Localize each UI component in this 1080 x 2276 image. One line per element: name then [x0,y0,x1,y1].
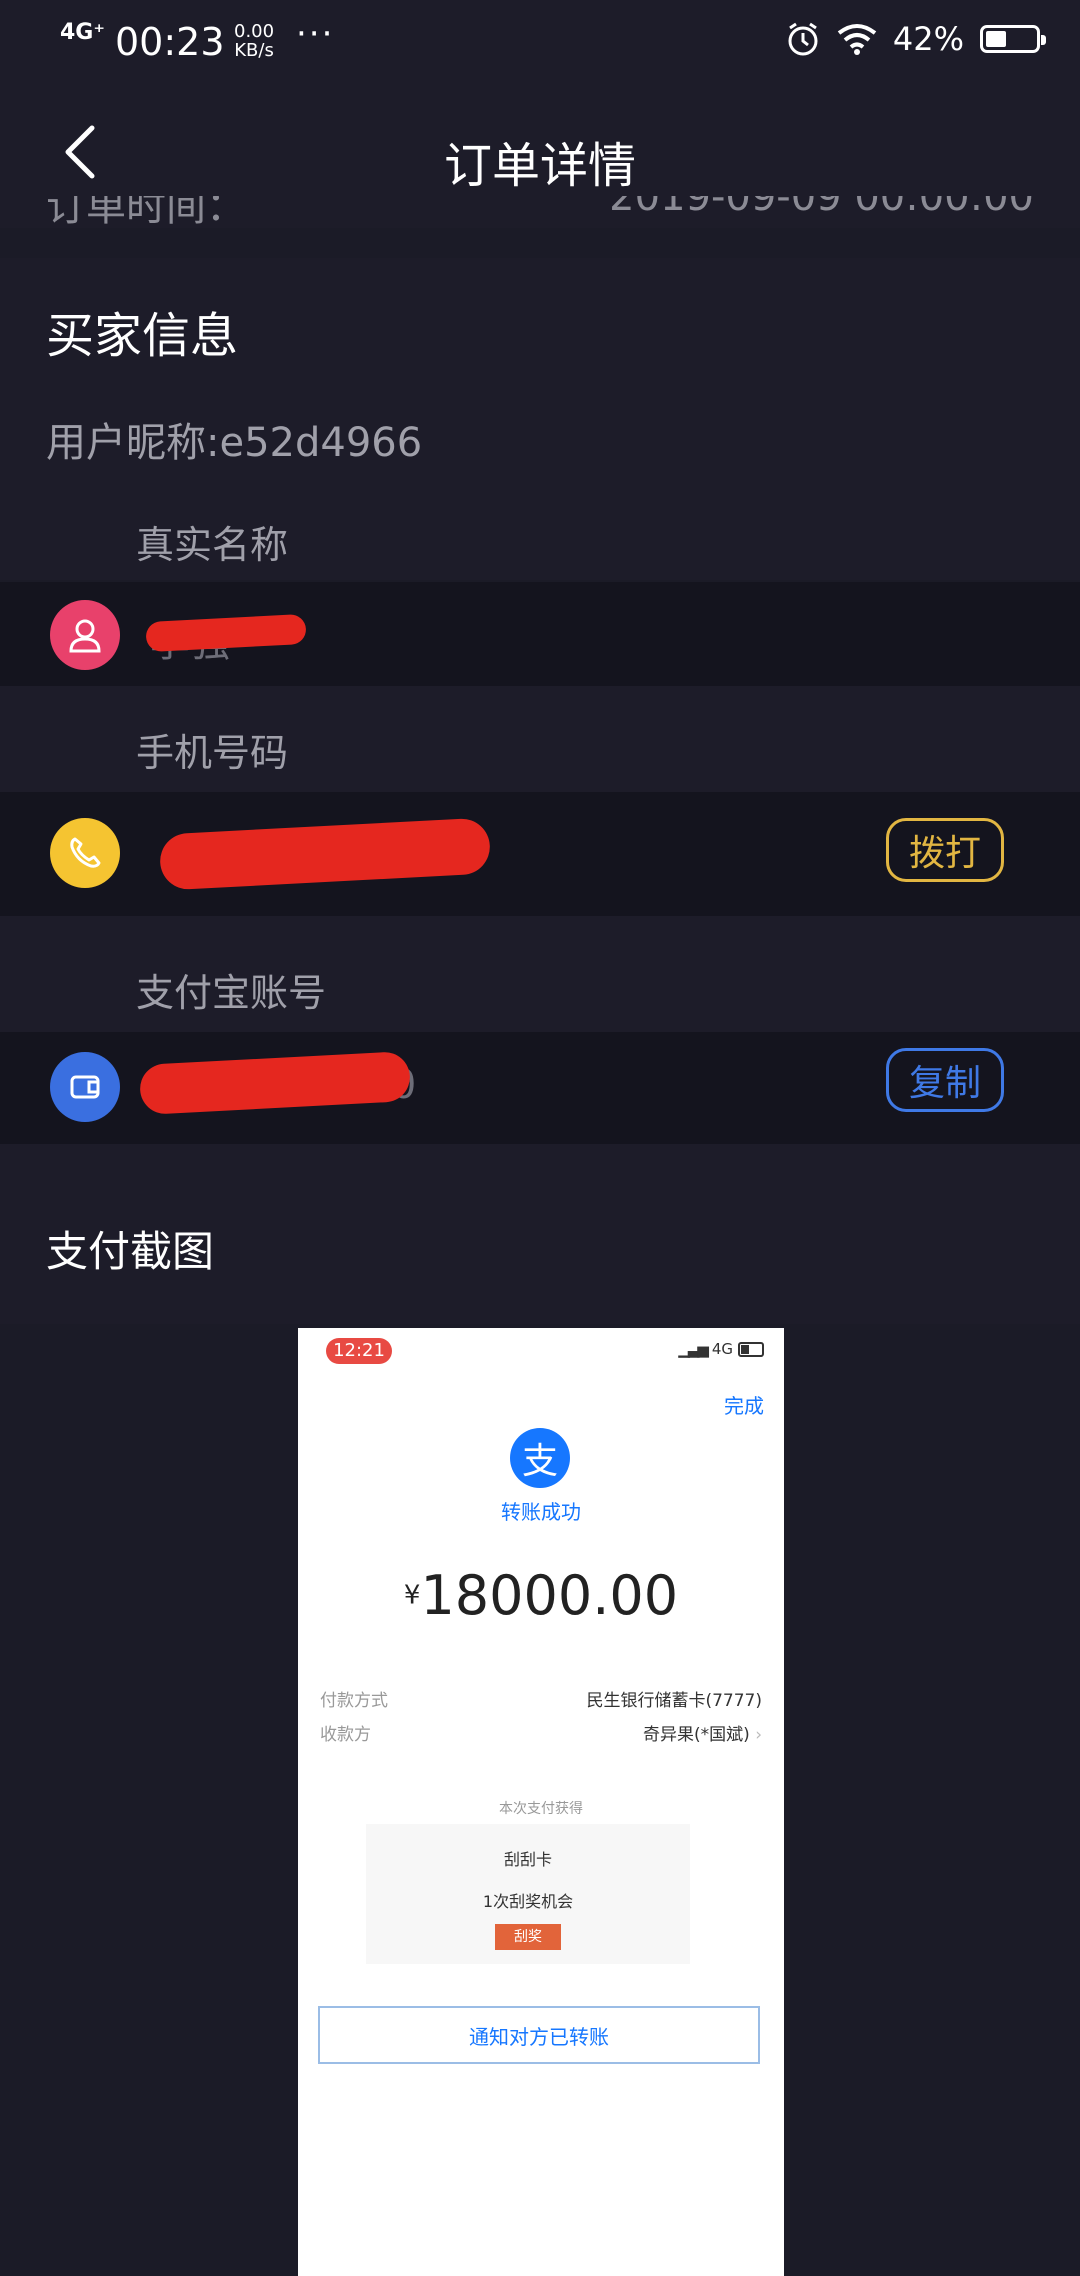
shot-time: 12:21 [326,1338,392,1364]
transfer-success-text: 转账成功 [501,1500,581,1524]
reward-desc: 1次刮奖机会 [482,1892,574,1911]
wallet-icon [50,1052,120,1122]
page-title: 订单详情 [443,138,636,194]
real-name-label: 真实名称 [136,523,289,567]
order-time-value: 2019-09-09 00:00:00 [609,196,1034,220]
status-time: 00:23 [115,20,225,64]
order-time-label: 订单时间： [46,196,246,228]
more-notifications-icon: ··· [296,14,335,54]
amount-display: ¥18000.00 [298,1564,784,1627]
network-indicator: 4G⁺ [60,20,105,45]
battery-icon [738,1341,764,1357]
phone-label: 手机号码 [136,731,289,775]
payment-screenshot[interactable]: 12:21 ▁▃▅ 4G 完成 支 转账成功 ¥18000.00 付款方式 民生… [298,1328,784,2276]
phone-icon [50,818,120,888]
network-speed: 0.00 KB/s [234,22,274,60]
shot-status: ▁▃▅ 4G [678,1340,764,1358]
user-icon [50,600,120,670]
nickname: 用户昵称:e52d4966 [46,420,423,466]
payee-label: 收款方 [320,1725,371,1745]
wifi-icon [837,24,877,55]
scratch-button[interactable]: 刮奖 [495,1924,561,1950]
notify-transfer-button[interactable]: 通知对方已转账 [318,2006,760,2064]
chevron-right-icon: › [755,1725,762,1745]
battery-fill [986,31,1006,47]
speed-value: 0.00 [234,21,275,42]
order-time-row: 订单时间： 2019-09-09 00:00:00 [0,196,1080,228]
signal-icon: ▁▃▅ [678,1340,709,1358]
alarm-icon [788,22,818,56]
call-button[interactable]: 拨打 [886,818,1004,882]
reward-card[interactable]: 刮刮卡 1次刮奖机会 刮奖 [366,1824,690,1964]
reward-caption: 本次支付获得 [499,1801,583,1817]
buyer-section-title: 买家信息 [46,308,239,364]
alipay-label: 支付宝账号 [136,971,327,1015]
payment-section-title: 支付截图 [46,1227,215,1276]
payee-value: 奇异果(*国斌) [643,1725,750,1745]
status-right: 42% [785,20,1046,58]
shot-net: 4G [711,1340,733,1358]
copy-button[interactable]: 复制 [886,1048,1004,1112]
pay-method-label: 付款方式 [320,1691,388,1711]
payee-row[interactable]: 奇异果(*国斌) › [643,1720,762,1745]
currency-symbol: ¥ [403,1580,421,1611]
battery-icon [980,25,1046,53]
pay-method-value: 民生银行储蓄卡(7777) [586,1691,762,1711]
alipay-logo-icon: 支 [510,1428,570,1488]
battery-percent: 42% [892,20,964,58]
amount-value: 18000.00 [420,1564,679,1627]
reward-title: 刮刮卡 [503,1850,552,1869]
speed-unit: KB/s [234,40,274,61]
done-link[interactable]: 完成 [724,1390,764,1419]
